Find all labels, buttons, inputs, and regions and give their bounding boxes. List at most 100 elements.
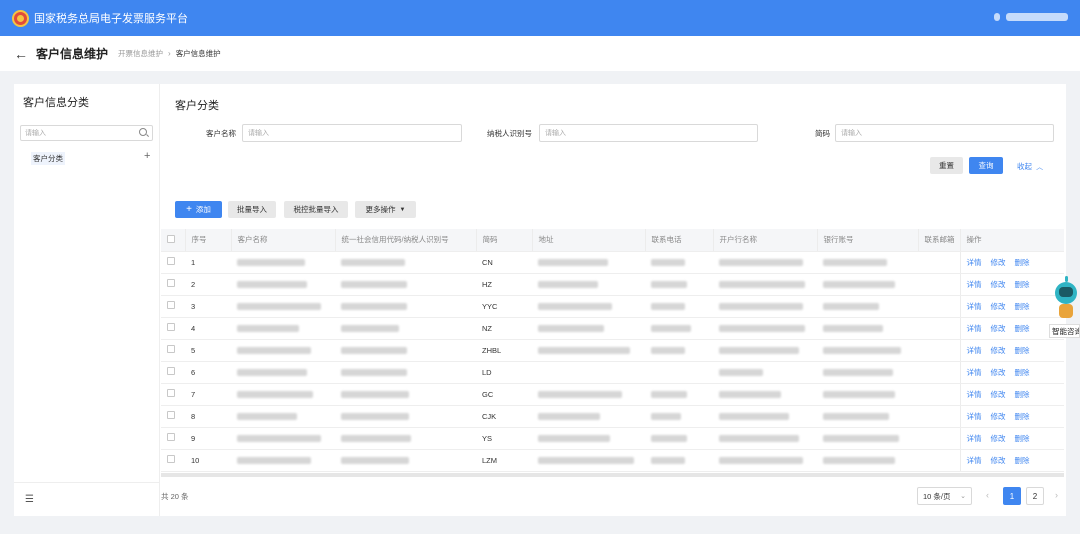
collapse-link[interactable]: 收起 ︿: [1017, 161, 1043, 172]
cell-credit-code: [335, 361, 476, 384]
cell-bank-account: [817, 295, 918, 318]
detail-link[interactable]: 详情: [967, 390, 982, 399]
detail-link[interactable]: 详情: [967, 324, 982, 333]
query-button[interactable]: 查询: [969, 157, 1003, 174]
detail-link[interactable]: 详情: [967, 280, 982, 289]
delete-link[interactable]: 删除: [1015, 324, 1030, 333]
more-actions-button[interactable]: 更多操作 ▼: [355, 201, 416, 218]
cell-actions: 详情 修改 删除: [959, 427, 1064, 450]
sidebar-search-input[interactable]: [20, 125, 153, 141]
edit-link[interactable]: 修改: [991, 324, 1006, 333]
taxpayer-id-input[interactable]: [539, 124, 758, 142]
customer-name-input[interactable]: [242, 124, 462, 142]
table-header-row: 序号 客户名称 统一社会信用代码/纳税人识别号 简码 地址 联系电话 开户行名称…: [161, 229, 1064, 252]
cell-email: [918, 405, 960, 428]
row-checkbox[interactable]: [161, 361, 185, 384]
edit-link[interactable]: 修改: [991, 456, 1006, 465]
next-page-icon[interactable]: ›: [1055, 490, 1058, 500]
detail-link[interactable]: 详情: [967, 434, 982, 443]
delete-link[interactable]: 删除: [1015, 456, 1030, 465]
page-size-value[interactable]: 10 条/页: [923, 491, 951, 502]
page-size-select[interactable]: 10 条/页 ⌄: [917, 487, 972, 505]
delete-link[interactable]: 删除: [1015, 258, 1030, 267]
smart-assistant-label[interactable]: 智能咨询: [1049, 324, 1080, 338]
plus-icon[interactable]: +: [186, 204, 192, 215]
batch-import-button[interactable]: 批量导入: [228, 201, 276, 218]
edit-link[interactable]: 修改: [991, 412, 1006, 421]
prev-page-icon[interactable]: ‹: [986, 490, 989, 500]
chevron-up-icon[interactable]: ︿: [1036, 164, 1043, 171]
detail-link[interactable]: 详情: [967, 412, 982, 421]
user-avatar[interactable]: [994, 13, 1000, 21]
customer-name-label: 客户名称: [206, 129, 236, 138]
redacted-text: [719, 457, 803, 465]
tax-control-batch-import-button[interactable]: 税控批量导入: [284, 201, 348, 218]
breadcrumb-item-parent[interactable]: 开票信息维护: [118, 48, 163, 59]
cell-bank-account: [817, 273, 918, 296]
page-1-button[interactable]: 1: [1003, 487, 1021, 505]
cell-no: 7: [185, 383, 231, 406]
smart-assistant-widget[interactable]: 智能咨询: [1049, 274, 1080, 340]
user-name-redacted[interactable]: [1006, 13, 1068, 21]
delete-link[interactable]: 删除: [1015, 412, 1030, 421]
row-checkbox[interactable]: [161, 449, 185, 472]
row-checkbox[interactable]: [161, 383, 185, 406]
plus-icon[interactable]: +: [144, 150, 150, 162]
reset-button[interactable]: 重置: [930, 157, 963, 174]
redacted-text: [651, 457, 685, 465]
row-checkbox[interactable]: [161, 295, 185, 318]
delete-link[interactable]: 删除: [1015, 302, 1030, 311]
edit-link[interactable]: 修改: [991, 346, 1006, 355]
sidebar-item-customer-category[interactable]: 客户分类: [31, 152, 65, 165]
page-2-button[interactable]: 2: [1026, 487, 1044, 505]
detail-link[interactable]: 详情: [967, 456, 982, 465]
row-checkbox[interactable]: [161, 405, 185, 428]
delete-link[interactable]: 删除: [1015, 346, 1030, 355]
edit-link[interactable]: 修改: [991, 368, 1006, 377]
detail-link[interactable]: 详情: [967, 368, 982, 377]
cell-bank-account: [817, 405, 918, 428]
row-checkbox[interactable]: [161, 273, 185, 296]
delete-link[interactable]: 删除: [1015, 280, 1030, 289]
chevron-down-icon[interactable]: ⌄: [960, 492, 966, 500]
edit-link[interactable]: 修改: [991, 390, 1006, 399]
edit-link[interactable]: 修改: [991, 258, 1006, 267]
short-code-input[interactable]: [835, 124, 1054, 142]
more-actions-label[interactable]: 更多操作: [366, 204, 396, 215]
detail-link[interactable]: 详情: [967, 258, 982, 267]
detail-link[interactable]: 详情: [967, 346, 982, 355]
cell-customer-name: [231, 339, 335, 362]
cell-short-code: YYC: [476, 295, 532, 318]
row-checkbox[interactable]: [161, 251, 185, 274]
horizontal-scrollbar[interactable]: [161, 473, 1064, 477]
table-row: 1 CN 详情 修改 删除: [161, 251, 1064, 274]
menu-icon[interactable]: ☰: [25, 494, 34, 505]
redacted-text: [823, 303, 879, 311]
add-button-label[interactable]: 添加: [196, 204, 211, 215]
user-info[interactable]: [994, 13, 1068, 21]
cell-actions: 详情 修改 删除: [959, 361, 1064, 384]
edit-link[interactable]: 修改: [991, 434, 1006, 443]
column-header-actions: 操作: [960, 229, 1064, 252]
row-checkbox[interactable]: [161, 317, 185, 340]
row-checkbox[interactable]: [161, 427, 185, 450]
edit-link[interactable]: 修改: [991, 302, 1006, 311]
caret-down-icon[interactable]: ▼: [400, 207, 406, 213]
row-checkbox[interactable]: [161, 339, 185, 362]
cell-bank-name: [713, 361, 817, 384]
redacted-text: [237, 303, 321, 311]
collapse-label[interactable]: 收起: [1017, 162, 1032, 171]
search-icon[interactable]: [139, 128, 147, 136]
back-arrow-icon[interactable]: ←: [14, 46, 28, 62]
delete-link[interactable]: 删除: [1015, 390, 1030, 399]
delete-link[interactable]: 删除: [1015, 368, 1030, 377]
add-button[interactable]: + 添加: [175, 201, 222, 218]
edit-link[interactable]: 修改: [991, 280, 1006, 289]
cell-actions: 详情 修改 删除: [959, 449, 1064, 472]
cell-no: 3: [185, 295, 231, 318]
redacted-text: [237, 391, 313, 399]
select-all-checkbox[interactable]: [161, 229, 186, 252]
cell-short-code: CN: [476, 251, 532, 274]
detail-link[interactable]: 详情: [967, 302, 982, 311]
delete-link[interactable]: 删除: [1015, 434, 1030, 443]
